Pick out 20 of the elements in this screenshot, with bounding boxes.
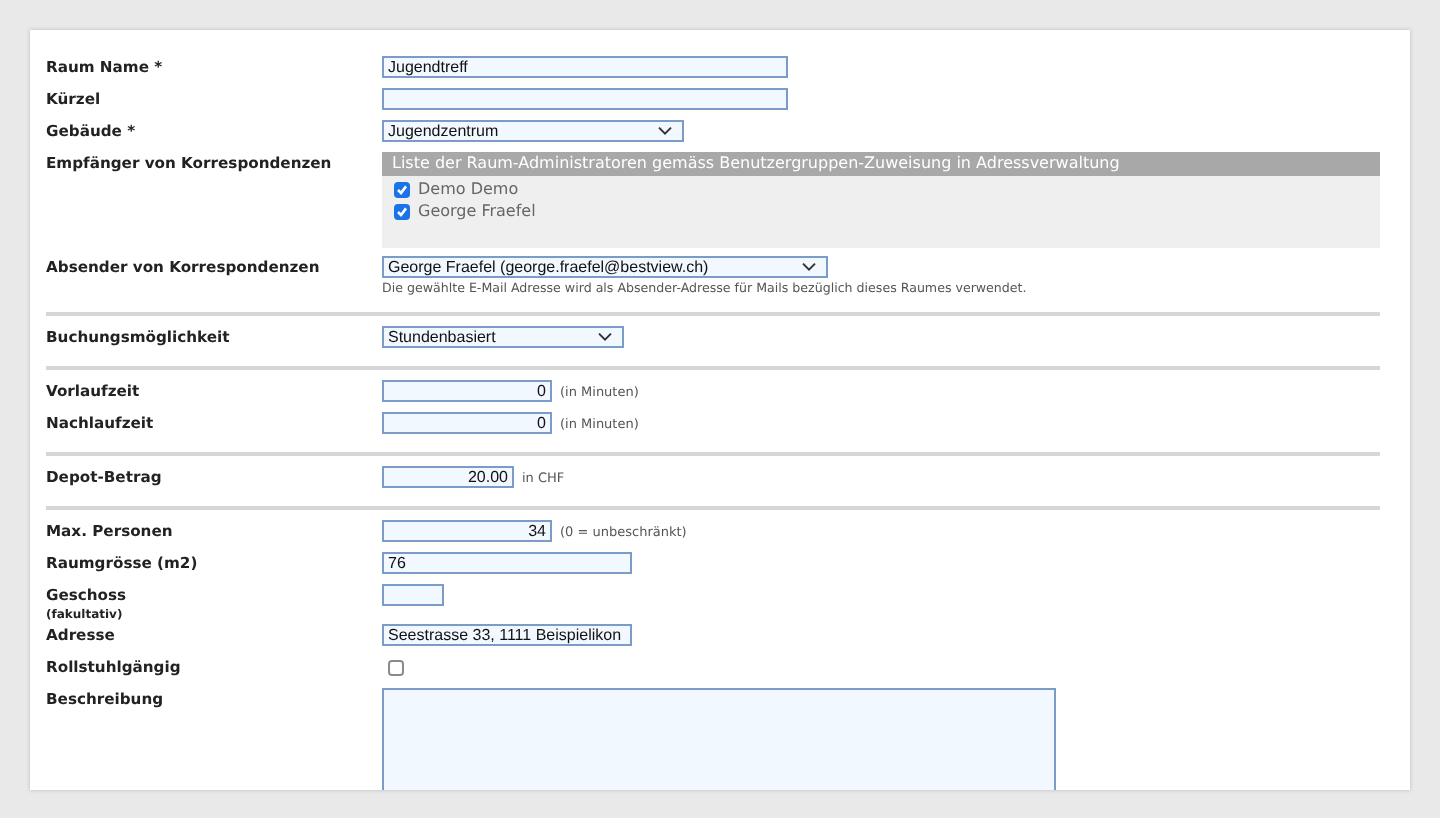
checkbox-label: George Fraefel [418, 202, 536, 220]
panel-header: Liste der Raum-Administratoren gemäss Benutzergruppen-Zuweisung in Adressverwaltung [382, 152, 1380, 176]
text-field[interactable] [382, 88, 788, 110]
text-field[interactable]: Jugendtreff [382, 56, 788, 78]
number-field[interactable]: 0 [382, 380, 552, 402]
dropdown[interactable]: Stundenbasiert [382, 326, 624, 348]
chevron-icon [802, 262, 816, 272]
text-area[interactable] [382, 688, 1056, 790]
dropdown[interactable]: Jugendzentrum [382, 120, 684, 142]
checkbox-label: Demo Demo [418, 180, 519, 198]
number-field[interactable]: 20.00 [382, 466, 514, 488]
number-field[interactable]: 34 [382, 520, 552, 542]
text-field[interactable]: Seestrasse 33, 1111 Beispielikon [382, 624, 632, 646]
number-field[interactable]: 0 [382, 412, 552, 434]
text-field[interactable]: 76 [382, 552, 632, 574]
text-field[interactable] [382, 584, 444, 606]
checkbox[interactable] [388, 660, 404, 676]
chevron-icon [598, 332, 612, 342]
dropdown[interactable]: George Fraefel (george.fraefel@bestview.ch) [382, 256, 828, 278]
chevron-icon [658, 126, 672, 136]
